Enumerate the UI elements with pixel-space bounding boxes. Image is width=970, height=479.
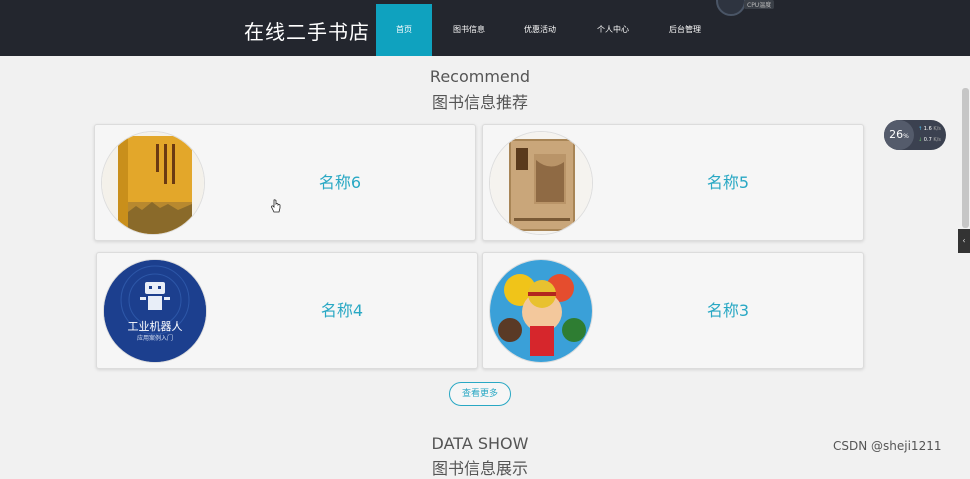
nav-admin[interactable]: 后台管理 bbox=[655, 4, 715, 56]
book-name: 名称5 bbox=[706, 173, 750, 192]
book-name: 名称4 bbox=[320, 301, 364, 320]
cpu-gauge-icon bbox=[716, 0, 746, 16]
book-cover-image: 工业机器人 应用案例入门 bbox=[103, 259, 207, 363]
book-cover-image bbox=[101, 131, 205, 235]
hand-cursor-icon bbox=[271, 199, 281, 213]
download-speed-value: 0.7 bbox=[923, 137, 932, 143]
nav-book-info[interactable]: 图书信息 bbox=[440, 4, 498, 56]
svg-text:工业机器人: 工业机器人 bbox=[128, 319, 183, 333]
nav-promotions[interactable]: 优惠活动 bbox=[510, 4, 570, 56]
book-cover-image bbox=[489, 259, 593, 363]
cpu-usage-value: 26 bbox=[889, 128, 904, 141]
book-name: 名称6 bbox=[318, 173, 362, 192]
side-collapse-chevron-icon[interactable]: ‹ bbox=[958, 229, 970, 253]
cpu-usage-unit: % bbox=[903, 133, 909, 140]
book-name: 名称3 bbox=[706, 301, 750, 320]
nav-home[interactable]: 首页 bbox=[376, 4, 432, 56]
top-navbar: 在线二手书店 首页 图书信息 优惠活动 个人中心 后台管理 CPU温度 bbox=[0, 0, 970, 56]
download-speed: ↓ 0.7 K/s bbox=[918, 137, 941, 143]
book-card[interactable]: 名称3 bbox=[482, 252, 864, 369]
download-arrow-icon: ↓ bbox=[918, 137, 923, 143]
nav-personal-center[interactable]: 个人中心 bbox=[583, 4, 643, 56]
network-speed-widget[interactable]: 26% ↑ 1.6 K/s ↓ 0.7 K/s bbox=[884, 120, 946, 150]
book-card[interactable]: 名称6 bbox=[94, 124, 476, 241]
see-more-button[interactable]: 查看更多 bbox=[449, 382, 511, 406]
upload-speed-value: 1.6 bbox=[923, 126, 932, 132]
download-speed-unit: K/s bbox=[933, 137, 941, 143]
cpu-usage-gauge: 26% bbox=[884, 120, 914, 150]
upload-speed: ↑ 1.6 K/s bbox=[918, 126, 941, 132]
recommend-title-en: Recommend bbox=[429, 67, 531, 86]
upload-speed-unit: K/s bbox=[933, 126, 941, 132]
scrollbar-thumb[interactable] bbox=[962, 88, 969, 228]
book-card[interactable]: 名称5 bbox=[482, 124, 864, 241]
site-brand[interactable]: 在线二手书店 bbox=[244, 16, 370, 45]
svg-text:应用案例入门: 应用案例入门 bbox=[137, 334, 173, 342]
cpu-gauge-label: CPU温度 bbox=[744, 0, 775, 9]
watermark: CSDN @sheji1211 bbox=[833, 439, 942, 453]
data-show-title-en: DATA SHOW bbox=[431, 434, 529, 453]
upload-arrow-icon: ↑ bbox=[918, 126, 923, 132]
recommend-title-cn: 图书信息推荐 bbox=[431, 93, 528, 112]
data-show-title-cn: 图书信息展示 bbox=[431, 459, 528, 478]
book-cover-image bbox=[489, 131, 593, 235]
book-card[interactable]: 工业机器人 应用案例入门 名称4 bbox=[96, 252, 478, 369]
